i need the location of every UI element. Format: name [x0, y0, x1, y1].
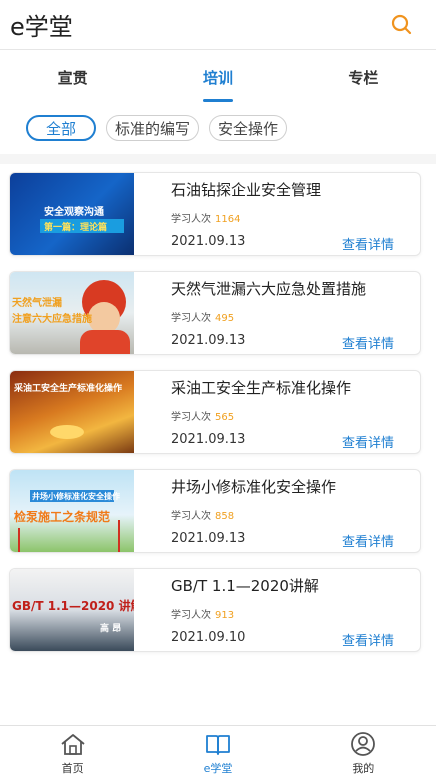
viewers-count: 858	[215, 511, 235, 522]
viewers-count: 495	[215, 313, 235, 324]
course-title: GB/T 1.1—2020讲解	[171, 577, 319, 595]
course-viewers: 学习人次 1164	[171, 210, 240, 225]
tab-xuanguan[interactable]: 宣贯	[0, 52, 145, 102]
course-viewers: 学习人次 858	[171, 507, 234, 522]
bottom-navigation: 首页 e学堂 我的	[0, 725, 436, 781]
viewers-label: 学习人次	[171, 313, 211, 324]
nav-profile-label: 我的	[352, 762, 375, 775]
thumbnail-caption: 第一篇：理论篇	[44, 223, 108, 233]
course-date: 2021.09.13	[171, 432, 246, 447]
course-card[interactable]: 天然气泄漏 注意六大应急措施 天然气泄漏六大应急处置措施 学习人次 495 202…	[9, 271, 421, 355]
thumbnail-caption: 井场小修标准化安全操作	[32, 492, 120, 501]
view-details-link[interactable]: 查看详情	[342, 432, 394, 451]
course-list: 安全观察沟通 第一篇：理论篇 石油钻探企业安全管理 学习人次 1164 2021.…	[9, 172, 421, 667]
course-card[interactable]: GB/T 1.1—2020 讲解 高 昂 GB/T 1.1—2020讲解 学习人…	[9, 568, 421, 652]
chip-safety-operation[interactable]: 安全操作	[209, 115, 288, 141]
thumbnail-caption: 注意六大应急措施	[12, 314, 92, 325]
viewers-count: 565	[215, 412, 235, 423]
home-icon	[59, 731, 87, 757]
course-date: 2021.09.13	[171, 531, 246, 546]
thumbnail-caption: 高 昂	[100, 624, 122, 634]
nav-exuetang[interactable]: e学堂	[145, 726, 290, 781]
course-thumbnail: 井场小修标准化安全操作 检泵施工之条规范	[10, 470, 134, 552]
view-details-link[interactable]: 查看详情	[342, 234, 394, 253]
viewers-count: 913	[215, 610, 235, 621]
course-thumbnail: 采油工安全生产标准化操作	[10, 371, 134, 453]
tab-peixun[interactable]: 培训	[145, 52, 290, 102]
nav-home[interactable]: 首页	[0, 726, 145, 781]
course-card[interactable]: 采油工安全生产标准化操作 采油工安全生产标准化操作 学习人次 565 2021.0…	[9, 370, 421, 454]
viewers-label: 学习人次	[171, 214, 211, 225]
thumbnail-caption: 检泵施工之条规范	[14, 510, 111, 524]
view-details-link[interactable]: 查看详情	[342, 333, 394, 352]
thumbnail-caption: GB/T 1.1—2020 讲解	[12, 599, 134, 613]
chip-standard-writing[interactable]: 标准的编写	[106, 115, 200, 141]
app-title: e学堂	[10, 13, 73, 41]
course-title: 采油工安全生产标准化操作	[171, 379, 352, 397]
course-title: 石油钻探企业安全管理	[171, 181, 322, 199]
filter-chips: 全部 标准的编写 安全操作	[26, 115, 288, 141]
course-card[interactable]: 井场小修标准化安全操作 检泵施工之条规范 井场小修标准化安全操作 学习人次 858…	[9, 469, 421, 553]
course-viewers: 学习人次 495	[171, 309, 234, 324]
thumbnail-caption: 天然气泄漏	[12, 298, 62, 309]
course-viewers: 学习人次 913	[171, 606, 234, 621]
nav-home-label: 首页	[61, 762, 84, 775]
app: e学堂 宣贯 培训 专栏 全部 标准的编写 安全操作 安全观察沟通 第一篇：理论…	[0, 0, 436, 781]
thumbnail-caption: 采油工安全生产标准化操作	[14, 384, 123, 394]
course-thumbnail: 天然气泄漏 注意六大应急措施	[10, 272, 134, 354]
category-tabs: 宣贯 培训 专栏	[0, 52, 436, 102]
section-divider	[0, 154, 436, 164]
course-date: 2021.09.13	[171, 234, 246, 249]
course-card[interactable]: 安全观察沟通 第一篇：理论篇 石油钻探企业安全管理 学习人次 1164 2021.…	[9, 172, 421, 256]
thumbnail-caption: 安全观察沟通	[44, 207, 104, 218]
course-date: 2021.09.13	[171, 333, 246, 348]
course-viewers: 学习人次 565	[171, 408, 234, 423]
viewers-count: 1164	[215, 214, 241, 225]
viewers-label: 学习人次	[171, 610, 211, 621]
course-title: 井场小修标准化安全操作	[171, 478, 337, 496]
header: e学堂	[0, 0, 436, 50]
nav-profile[interactable]: 我的	[291, 726, 436, 781]
chip-all[interactable]: 全部	[26, 115, 97, 141]
view-details-link[interactable]: 查看详情	[342, 531, 394, 550]
tab-zhuanlan[interactable]: 专栏	[291, 52, 436, 102]
search-button[interactable]	[386, 9, 418, 41]
course-thumbnail: 安全观察沟通 第一篇：理论篇	[10, 173, 134, 255]
view-details-link[interactable]: 查看详情	[342, 630, 394, 649]
search-icon	[391, 14, 412, 34]
book-icon	[204, 731, 232, 757]
viewers-label: 学习人次	[171, 511, 211, 522]
user-icon	[349, 731, 377, 757]
course-title: 天然气泄漏六大应急处置措施	[171, 280, 367, 298]
course-date: 2021.09.10	[171, 630, 246, 645]
viewers-label: 学习人次	[171, 412, 211, 423]
nav-exuetang-label: e学堂	[203, 762, 233, 775]
course-thumbnail: GB/T 1.1—2020 讲解 高 昂	[10, 569, 134, 651]
